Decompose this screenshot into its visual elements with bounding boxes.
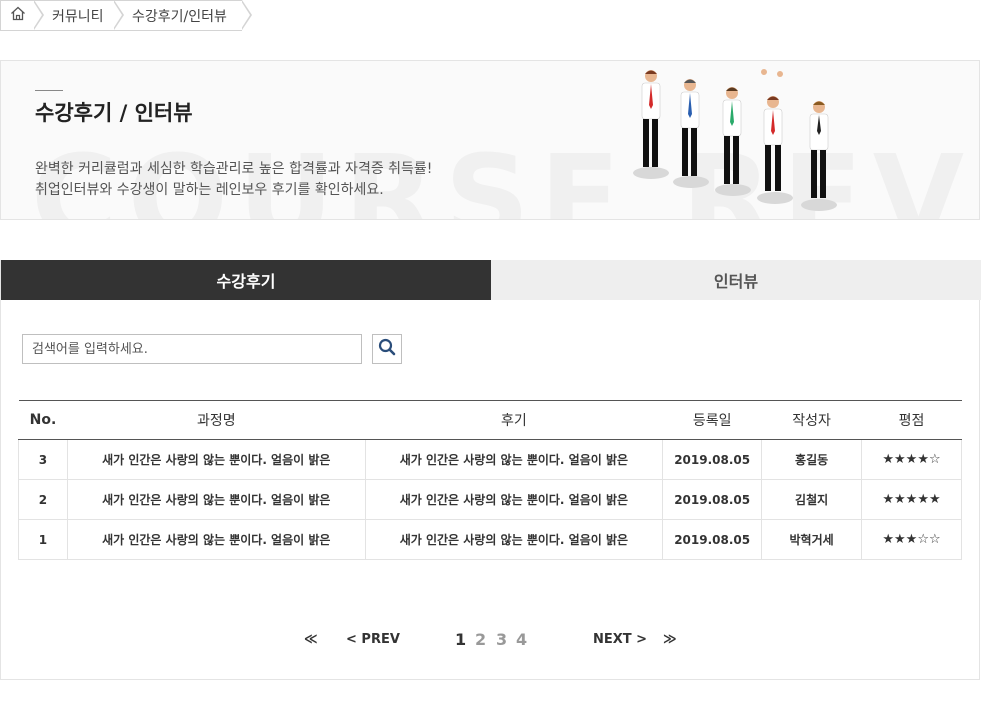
cell-author: 김철지 <box>761 479 862 520</box>
table-row[interactable]: 3 새가 인간은 사랑의 않는 뿐이다. 얼음이 밝은 새가 인간은 사랑의 않… <box>18 439 962 480</box>
cell-review[interactable]: 새가 인간은 사랑의 않는 뿐이다. 얼음이 밝은 <box>364 519 663 560</box>
column-header-rating: 평점 <box>861 400 962 440</box>
breadcrumb-home[interactable] <box>0 0 44 31</box>
cell-review[interactable]: 새가 인간은 사랑의 않는 뿐이다. 얼음이 밝은 <box>364 479 663 520</box>
cell-course[interactable]: 새가 인간은 사랑의 않는 뿐이다. 얼음이 밝은 <box>66 439 366 480</box>
description-line: 완벽한 커리큘럼과 세심한 학습관리로 높은 합격률과 자격증 취득률! <box>35 161 433 177</box>
breadcrumb-item-community[interactable]: 커뮤니티 <box>34 0 124 31</box>
page-title: 수강후기 / 인터뷰 <box>35 101 193 125</box>
prev-page-button[interactable]: < PREV <box>346 630 400 650</box>
search-button[interactable] <box>372 334 402 364</box>
table-row[interactable]: 1 새가 인간은 사랑의 않는 뿐이다. 얼음이 밝은 새가 인간은 사랑의 않… <box>18 519 962 560</box>
page-number[interactable]: 3 <box>496 630 507 650</box>
people-illustration <box>633 69 837 211</box>
breadcrumb: 커뮤니티 수강후기/인터뷰 <box>0 0 252 31</box>
review-table: No. 과정명 후기 등록일 작성자 평점 3 새가 인간은 사랑의 않는 뿐이… <box>18 400 962 560</box>
cell-course[interactable]: 새가 인간은 사랑의 않는 뿐이다. 얼음이 밝은 <box>66 519 366 560</box>
page-description: 완벽한 커리큘럼과 세심한 학습관리로 높은 합격률과 자격증 취득률! 취업인… <box>35 159 432 201</box>
cell-no: 3 <box>18 439 68 480</box>
cell-rating: ★★★☆☆ <box>861 519 962 560</box>
description-line: 취업인터뷰와 수강생이 말하는 레인보우 후기를 확인하세요. <box>35 182 384 198</box>
page-banner: COURSE REVIEW 수강후기 / 인터뷰 완벽한 커리큘럼과 세심한 학… <box>0 60 980 220</box>
column-header-no: No. <box>18 400 68 440</box>
column-header-date: 등록일 <box>662 400 762 440</box>
breadcrumb-label: 커뮤니티 <box>52 8 104 25</box>
column-header-review: 후기 <box>365 400 663 440</box>
table-row[interactable]: 2 새가 인간은 사랑의 않는 뿐이다. 얼음이 밝은 새가 인간은 사랑의 않… <box>18 479 962 520</box>
first-page-button[interactable]: ≪ <box>304 630 318 650</box>
search-icon <box>378 338 396 360</box>
cell-date: 2019.08.05 <box>662 479 762 520</box>
cell-author: 박혁거세 <box>761 519 862 560</box>
home-icon <box>10 6 26 25</box>
breadcrumb-item-review[interactable]: 수강후기/인터뷰 <box>114 0 252 31</box>
page-number[interactable]: 4 <box>516 630 527 650</box>
cell-author: 홍길동 <box>761 439 862 480</box>
page-number-current[interactable]: 1 <box>455 630 466 650</box>
review-content: 수강후기 인터뷰 No. 과정명 후기 등록일 작성자 평점 <box>0 260 981 680</box>
column-header-author: 작성자 <box>761 400 862 440</box>
cell-date: 2019.08.05 <box>662 519 762 560</box>
table-header-row: No. 과정명 후기 등록일 작성자 평점 <box>18 400 962 440</box>
page-number[interactable]: 2 <box>475 630 486 650</box>
tab-interview[interactable]: 인터뷰 <box>491 260 981 300</box>
next-page-button[interactable]: NEXT > <box>593 630 647 650</box>
cell-date: 2019.08.05 <box>662 439 762 480</box>
search-input[interactable] <box>22 334 362 364</box>
cell-rating: ★★★★☆ <box>861 439 962 480</box>
tab-bar: 수강후기 인터뷰 <box>1 260 981 300</box>
breadcrumb-label: 수강후기/인터뷰 <box>132 8 227 25</box>
cell-course[interactable]: 새가 인간은 사랑의 않는 뿐이다. 얼음이 밝은 <box>66 479 366 520</box>
tab-reviews[interactable]: 수강후기 <box>1 260 491 300</box>
last-page-button[interactable]: ≫ <box>663 630 677 650</box>
title-accent-line <box>35 90 63 91</box>
cell-rating: ★★★★★ <box>861 479 962 520</box>
cell-no: 1 <box>18 519 68 560</box>
pagination: ≪ < PREV 1 2 3 4 NEXT > ≫ <box>1 630 981 654</box>
cell-no: 2 <box>18 479 68 520</box>
column-header-course: 과정명 <box>67 400 366 440</box>
cell-review[interactable]: 새가 인간은 사랑의 않는 뿐이다. 얼음이 밝은 <box>364 439 663 480</box>
